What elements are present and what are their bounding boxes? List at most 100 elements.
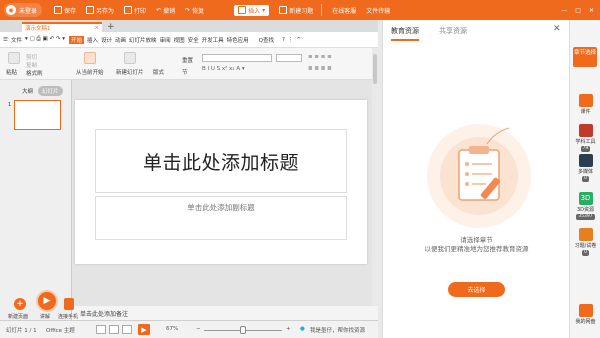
theme-name: Office 主题	[46, 328, 75, 334]
menu-special-apps[interactable]: 特色应用	[227, 36, 249, 44]
format-painter-button[interactable]: 格式刷	[26, 69, 43, 77]
zoom-slider-handle[interactable]	[240, 326, 246, 334]
reading-view-icon[interactable]	[122, 325, 132, 334]
close-tab-icon[interactable]: ×	[94, 25, 99, 31]
new-slide-icon[interactable]	[124, 52, 136, 64]
hamburger-icon[interactable]: ☰	[3, 37, 8, 43]
sidebar-item-my-cloud[interactable]: 我的网盘	[573, 304, 598, 325]
close-panel-icon[interactable]: ✕	[553, 24, 561, 34]
alignment-buttons[interactable]: ≣ ≣ ≣ ≣	[308, 66, 332, 72]
new-slide-button[interactable]: 新建幻灯片	[116, 68, 144, 76]
paste-button[interactable]: 粘贴	[6, 68, 17, 76]
file-transfer-link[interactable]: 文件传输	[366, 6, 390, 15]
menu-animation[interactable]: 动画	[115, 36, 126, 44]
menu-file[interactable]: 文件	[11, 36, 22, 44]
new-page-icon[interactable]: +	[14, 298, 26, 310]
subject-tools-icon	[578, 124, 593, 137]
login-label: 未登录	[19, 7, 38, 15]
save-label: 保存	[64, 7, 77, 15]
close-icon[interactable]: ✕	[589, 7, 594, 14]
chapter-select-button[interactable]: 章节选择	[573, 47, 597, 67]
document-tab[interactable]: 演示文稿1 ×	[22, 22, 102, 32]
zoom-out-icon[interactable]: −	[196, 326, 201, 332]
section-button[interactable]: 节	[182, 68, 188, 76]
sidebar-item-label: 3D资源	[576, 207, 595, 213]
title-placeholder[interactable]: 单击此处添加标题	[95, 129, 347, 193]
new-exercise-label: 新建习题	[289, 7, 314, 15]
reset-button[interactable]: 重置	[182, 56, 193, 64]
cloud-drive-icon	[578, 304, 593, 317]
menu-security[interactable]: 安全	[188, 36, 199, 44]
save-as-icon	[86, 6, 95, 14]
menu-slideshow[interactable]: 幻灯片放映	[129, 36, 157, 44]
maximize-icon[interactable]: □	[575, 7, 581, 14]
print-button[interactable]: 打印	[124, 6, 146, 15]
vertical-scrollbar[interactable]	[372, 48, 378, 308]
font-family-select[interactable]	[202, 54, 272, 62]
subtitle-placeholder[interactable]: 单击此处添加副标题	[95, 196, 347, 240]
normal-view-icon[interactable]	[96, 325, 106, 334]
sidebar-item-exercises[interactable]: 习题/试卷 0	[573, 228, 598, 256]
sidebar-item-subject-tools[interactable]: 学科工具 79	[573, 124, 598, 152]
menu-review[interactable]: 审阅	[160, 36, 171, 44]
redo-icon: ↷	[185, 6, 191, 14]
redo-button[interactable]: ↷ 恢复	[185, 6, 204, 15]
assistant-icon[interactable]: ●	[300, 326, 305, 332]
search-button[interactable]: Q查找	[259, 36, 274, 44]
zoom-in-icon[interactable]: +	[286, 326, 291, 332]
save-button[interactable]: 保存	[54, 6, 76, 15]
scrollbar-thumb[interactable]	[373, 54, 377, 84]
lecture-play-icon[interactable]: ▶	[36, 290, 58, 312]
play-from-current-button[interactable]: 从当前开始	[76, 68, 104, 76]
quick-access-icons[interactable]: ▾ ▢ ⎙ ▣ ↶ ↷ ▾	[25, 36, 65, 43]
font-size-select[interactable]	[276, 54, 302, 62]
sidebar-item-multimedia[interactable]: 多媒体 0	[573, 154, 598, 182]
new-exercise-button[interactable]: 新建习题	[279, 6, 313, 15]
multimedia-icon	[578, 154, 593, 167]
paragraph-buttons[interactable]: ≡ ≡ ≡ ≡	[308, 54, 332, 60]
menu-insert[interactable]: 插入	[87, 36, 98, 44]
print-icon	[124, 6, 133, 14]
tab-education-resources[interactable]: 教育资源	[391, 26, 419, 41]
copy-button[interactable]: 复制	[26, 61, 37, 69]
tab-slides[interactable]: 幻灯片	[38, 86, 63, 96]
cut-button[interactable]: 剪切	[26, 53, 37, 61]
sidebar-item-courseware[interactable]: 课件	[573, 94, 598, 115]
slide-number: 1	[8, 102, 12, 108]
layout-button[interactable]: 版式	[153, 68, 164, 76]
tab-shared-resources[interactable]: 共享资源	[439, 26, 467, 36]
online-service-link[interactable]: 在线客服	[332, 6, 356, 15]
save-as-button[interactable]: 另存为	[86, 6, 114, 15]
collapse-ribbon-icon[interactable]: ^	[296, 37, 301, 43]
slideshow-play-icon[interactable]: ▶	[138, 324, 150, 335]
choose-chapter-button[interactable]: 去选择	[448, 282, 505, 297]
menu-developer[interactable]: 开发工具	[202, 36, 224, 44]
more-icon[interactable]: ⋮	[288, 37, 294, 43]
undo-button[interactable]: ↶ 撤销	[156, 6, 175, 15]
help-icon[interactable]: ?	[282, 37, 285, 43]
sidebar-item-label: 课件	[580, 109, 591, 115]
sorter-view-icon[interactable]	[109, 325, 119, 334]
tab-outline[interactable]: 大纲	[18, 86, 37, 96]
sidebar-item-label: 学科工具	[575, 139, 596, 145]
lecture-label: 讲解	[40, 314, 51, 320]
menu-design[interactable]: 设计	[101, 36, 112, 44]
minimize-icon[interactable]: —	[561, 7, 567, 14]
menu-start[interactable]: 开始	[68, 35, 84, 44]
assistant-text[interactable]: 我是墨仔，帮你找资源	[310, 326, 365, 334]
font-style-buttons[interactable]: B I U S x² x₂ A ▾	[202, 66, 245, 72]
ribbon-toolbar: 粘贴 剪切 复制 格式刷 从当前开始 新建幻灯片 版式 重置 节 B I U S…	[0, 48, 378, 80]
paste-icon[interactable]	[8, 52, 20, 64]
login-button[interactable]: ◉ 未登录	[4, 3, 43, 17]
insert-button[interactable]: 插入 ▾	[234, 4, 270, 16]
sidebar-item-3d-resources[interactable]: 3D 3D资源 35397	[573, 192, 598, 220]
phone-icon[interactable]	[64, 298, 74, 310]
menu-view[interactable]: 视图	[174, 36, 185, 44]
notes-area[interactable]: 单击此处添加备注	[72, 306, 378, 320]
message-line-2: 以便我们更精准地为您推荐教育资源	[424, 245, 529, 253]
file-transfer-label: 文件传输	[366, 7, 391, 15]
new-tab-icon[interactable]: +	[107, 22, 115, 32]
slide-thumbnail[interactable]	[14, 100, 61, 130]
undo-label: 撤销	[163, 7, 176, 15]
play-icon[interactable]	[84, 52, 96, 64]
